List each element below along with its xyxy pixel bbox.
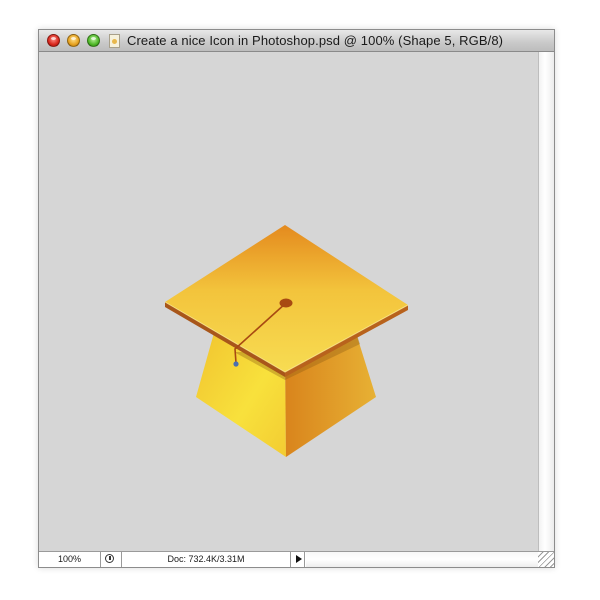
status-menu-arrow-icon[interactable] xyxy=(292,552,305,567)
minimize-icon[interactable] xyxy=(67,34,80,47)
zoom-level-field[interactable]: 100% xyxy=(39,552,101,567)
title-bar[interactable]: Create a nice Icon in Photoshop.psd @ 10… xyxy=(39,30,554,52)
vertical-scrollbar[interactable] xyxy=(538,52,554,552)
close-icon[interactable] xyxy=(47,34,60,47)
board-top xyxy=(165,225,408,372)
window-title: Create a nice Icon in Photoshop.psd @ 10… xyxy=(127,33,504,48)
document-size-info: Doc: 732.4K/3.31M xyxy=(121,552,291,567)
anchor-point xyxy=(233,361,239,367)
horizontal-scrollbar[interactable] xyxy=(306,552,538,567)
canvas[interactable] xyxy=(39,52,539,552)
document-window: Create a nice Icon in Photoshop.psd @ 10… xyxy=(38,29,555,568)
status-bar: 100% Doc: 732.4K/3.31M xyxy=(39,551,554,567)
resize-grip-icon[interactable] xyxy=(538,552,554,567)
zoom-icon[interactable] xyxy=(87,34,100,47)
document-proxy-icon[interactable] xyxy=(109,34,120,48)
graduation-cap-artwork xyxy=(164,225,409,457)
status-info-icon[interactable] xyxy=(102,553,119,566)
